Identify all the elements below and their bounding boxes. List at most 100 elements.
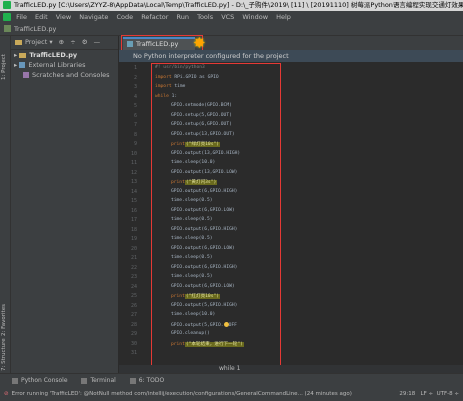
- navigation-bar: TrafficLED.py: [0, 23, 463, 36]
- line-number: 2: [133, 74, 137, 81]
- tool-tab-label: Terminal: [90, 377, 116, 384]
- line-number: 11: [130, 160, 137, 166]
- scratches-icon: [23, 72, 29, 78]
- line-number: 4: [133, 93, 137, 100]
- gear-icon[interactable]: ⚙: [82, 38, 88, 46]
- chevron-right-icon[interactable]: ▸: [14, 61, 17, 69]
- python-console-tab[interactable]: Python Console: [12, 377, 68, 384]
- menu-view[interactable]: View: [56, 13, 71, 21]
- menu-help[interactable]: Help: [276, 13, 291, 21]
- status-right: 29:18 LF ÷ UTF-8 ÷: [395, 387, 459, 401]
- project-tree: ▸ TrafficLED.py ▸ External Libraries Scr…: [11, 50, 118, 80]
- locate-icon[interactable]: ⊕: [59, 38, 64, 46]
- status-bar: ⊘ Error running 'TrafficLED': @NotNull me…: [0, 387, 463, 401]
- line-number: 22: [130, 264, 137, 271]
- interpreter-notice[interactable]: No Python interpreter configured for the…: [119, 50, 463, 62]
- editor-area: TrafficLED.py ✸ No Python interpreter co…: [119, 34, 463, 373]
- chevron-down-icon[interactable]: ▾: [49, 38, 52, 46]
- menu-bar: File Edit View Navigate Code Refactor Ru…: [0, 11, 463, 23]
- nav-file-crumb[interactable]: TrafficLED.py: [14, 25, 56, 33]
- editor-breadcrumb[interactable]: while 1: [119, 365, 463, 373]
- line-number: 21: [130, 255, 137, 261]
- menu-run[interactable]: Run: [177, 13, 189, 21]
- line-number: 9: [133, 141, 137, 147]
- line-number: 16: [130, 207, 137, 214]
- menu-edit[interactable]: Edit: [35, 13, 48, 21]
- project-tool-tab[interactable]: 1: Project: [1, 54, 7, 80]
- line-number: 8: [133, 131, 137, 138]
- line-number: 19: [130, 236, 137, 242]
- line-number: 23: [130, 274, 137, 280]
- tree-item-label: Scratches and Consoles: [32, 71, 110, 79]
- line-number: 24: [130, 283, 137, 290]
- tree-item-file[interactable]: ▸ TrafficLED.py: [11, 50, 118, 60]
- tab-label: TrafficLED.py: [136, 40, 179, 48]
- line-number: 17: [130, 217, 137, 223]
- line-number: 10: [130, 150, 137, 157]
- line-number: 14: [130, 188, 137, 195]
- collapse-icon[interactable]: ÷: [70, 38, 75, 46]
- folder-icon: [19, 52, 27, 58]
- file-encoding[interactable]: UTF-8 ÷: [437, 391, 459, 397]
- tree-item-label: External Libraries: [28, 61, 86, 69]
- chevron-right-icon[interactable]: ▸: [14, 51, 17, 59]
- python-file-icon: [4, 25, 11, 32]
- todo-icon: [129, 377, 136, 384]
- menu-file[interactable]: File: [16, 13, 27, 21]
- window-title: TrafficLED.py [C:\Users\ZYYZ-8\AppData\L…: [14, 1, 463, 9]
- line-number: 3: [133, 84, 137, 90]
- line-number: 29: [130, 331, 137, 337]
- menu-code[interactable]: Code: [116, 13, 133, 21]
- editor-tab-bar: TrafficLED.py ✸: [119, 34, 463, 53]
- line-number: 7: [133, 122, 137, 128]
- line-number: 12: [130, 169, 137, 176]
- menu-window[interactable]: Window: [242, 13, 268, 21]
- hide-icon[interactable]: —: [94, 38, 101, 46]
- structure-tool-tab[interactable]: 7: Structure: [1, 338, 7, 371]
- line-number: 6: [133, 112, 137, 119]
- error-icon: ⊘: [4, 391, 9, 397]
- line-separator[interactable]: LF ÷: [421, 391, 434, 397]
- line-number: 18: [130, 226, 137, 233]
- line-number: 5: [133, 103, 137, 109]
- tool-tab-label: Python Console: [21, 377, 68, 384]
- tab-trafficled[interactable]: TrafficLED.py: [123, 37, 195, 50]
- line-number: 26: [130, 302, 137, 309]
- status-error-message[interactable]: Error running 'TrafficLED': @NotNull met…: [12, 391, 352, 397]
- caret-position[interactable]: 29:18: [399, 391, 415, 397]
- tree-item-scratches[interactable]: Scratches and Consoles: [11, 70, 118, 80]
- favorites-tool-tab[interactable]: 2: Favorites: [1, 304, 7, 336]
- code-highlight-frame: [151, 63, 281, 370]
- line-number: 20: [130, 245, 137, 252]
- todo-tab[interactable]: 6: TODO: [129, 377, 165, 384]
- pycharm-app-icon: [3, 1, 11, 9]
- project-panel: Project ▾ ⊕ ÷ ⚙ — ▸ TrafficLED.py ▸ Exte…: [11, 36, 118, 373]
- line-number: 31: [130, 350, 137, 356]
- line-number: 30: [130, 340, 137, 347]
- window-title-bar: TrafficLED.py [C:\Users\ZYYZ-8\AppData\L…: [0, 0, 463, 11]
- folder-icon: [15, 39, 22, 45]
- menu-tools[interactable]: Tools: [197, 13, 213, 21]
- line-number: 25: [130, 293, 137, 299]
- tool-tab-label: 6: TODO: [138, 377, 165, 384]
- line-number: 28: [130, 321, 137, 328]
- tree-item-external-libraries[interactable]: ▸ External Libraries: [11, 60, 118, 70]
- terminal-icon: [81, 377, 88, 384]
- menu-refactor[interactable]: Refactor: [141, 13, 168, 21]
- line-number: 27: [130, 312, 137, 318]
- line-number: 13: [130, 179, 137, 185]
- line-number-gutter: 1 2 3 4 5 6 7 8 9 10 11 12 13 14 15 16 1…: [119, 65, 141, 365]
- tree-item-label: TrafficLED.py: [29, 51, 78, 59]
- menu-vcs[interactable]: VCS: [221, 13, 234, 21]
- pycharm-logo-icon: [3, 13, 11, 21]
- python-console-icon: [12, 377, 18, 384]
- project-view-dropdown[interactable]: Project: [25, 38, 47, 46]
- left-tool-strip: 1: Project 2: Favorites 7: Structure: [0, 36, 11, 373]
- terminal-tab[interactable]: Terminal: [81, 377, 116, 384]
- python-file-icon: [127, 41, 133, 47]
- menu-navigate[interactable]: Navigate: [79, 13, 108, 21]
- line-number: 15: [130, 198, 137, 204]
- project-panel-header: Project ▾ ⊕ ÷ ⚙ —: [11, 36, 118, 50]
- line-number: 1: [133, 65, 137, 71]
- library-icon: [19, 62, 26, 68]
